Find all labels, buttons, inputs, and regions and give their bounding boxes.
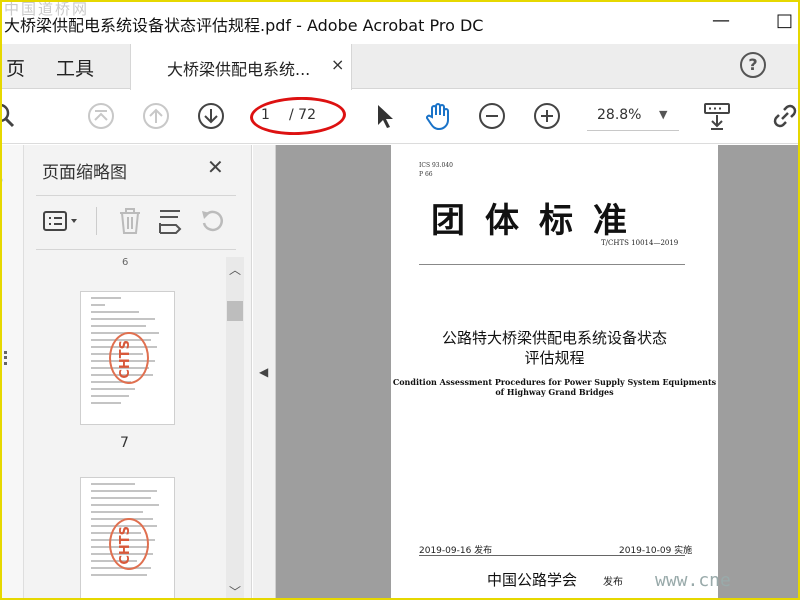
publisher-label: 发布: [603, 577, 623, 588]
divider: [36, 249, 236, 250]
red-annotation-ellipse: [249, 95, 347, 137]
maximize-button[interactable]: □: [776, 10, 793, 31]
english-title-line1: Condition Assessment Procedures for Powe…: [392, 377, 717, 387]
standard-code: T/CHTS 10014—2019: [601, 239, 679, 247]
tab-close-button[interactable]: ×: [331, 55, 344, 74]
thumbnail-options-icon[interactable]: [42, 207, 82, 235]
scroll-up-icon[interactable]: ︿: [229, 261, 241, 278]
toolbar-divider: [96, 207, 97, 235]
ics-code: ICS 93.040 P 66: [419, 162, 453, 178]
stamp-label: CHTS: [118, 340, 133, 379]
zoom-dropdown[interactable]: 28.8% ▼: [587, 103, 679, 131]
panel-collapse-handle[interactable]: ◀: [253, 145, 276, 600]
hand-tool-icon[interactable]: [423, 101, 453, 131]
chts-stamp-icon: CHTS: [109, 332, 149, 384]
title-bar: 中国道桥网 大桥梁供配电系统设备状态评估规程.pdf - Adobe Acrob…: [0, 0, 800, 44]
document-title-line2: 评估规程: [524, 349, 585, 367]
window-title: 大桥梁供配电系统设备状态评估规程.pdf - Adobe Acrobat Pro…: [4, 16, 484, 35]
english-title-line2: of Highway Grand Bridges: [495, 387, 614, 397]
thumbnail-page[interactable]: CHTS: [80, 477, 175, 600]
extract-pages-icon[interactable]: [156, 207, 184, 235]
rail-grip-icon: [4, 351, 7, 365]
divider: [419, 555, 685, 556]
rotate-icon[interactable]: [198, 207, 226, 235]
document-viewer: ◀ ICS 93.040 P 66 团体标准 T/CHTS 10014—2019…: [253, 145, 800, 600]
chts-stamp-icon: CHTS: [109, 518, 149, 570]
standard-heading: 团体标准: [431, 201, 647, 241]
rail-tab-icon[interactable]: [0, 171, 10, 189]
tab-document[interactable]: 大桥梁供配电系统... ×: [130, 44, 352, 90]
tab-bar: 页 工具 大桥梁供配电系统... × ?: [0, 44, 800, 90]
help-button[interactable]: ?: [740, 52, 766, 78]
link-icon[interactable]: [770, 101, 800, 131]
select-arrow-icon[interactable]: [370, 101, 400, 131]
previous-page-icon[interactable]: [141, 101, 171, 131]
page-thumbnails-panel: 页面缩略图 ✕ 6 CHTS 7 CHTS ︿ ﹀: [24, 145, 252, 600]
thumbnail-page[interactable]: CHTS: [80, 291, 175, 425]
stamp-label: CHTS: [118, 526, 133, 565]
divider: [36, 195, 236, 196]
tab-home[interactable]: 页: [6, 54, 25, 81]
left-rail: [0, 145, 24, 600]
thumbnail-label: 7: [120, 435, 129, 451]
document-title-line1: 公路特大桥梁供配电系统设备状态: [441, 329, 667, 347]
panel-scrollbar[interactable]: ︿ ﹀: [226, 257, 244, 600]
zoom-out-icon[interactable]: [477, 101, 507, 131]
pdf-page: ICS 93.040 P 66 团体标准 T/CHTS 10014—2019 公…: [391, 145, 718, 600]
tab-tools[interactable]: 工具: [56, 54, 94, 81]
scroll-down-icon[interactable]: ﹀: [229, 583, 241, 600]
first-page-icon[interactable]: [86, 101, 116, 131]
next-page-icon[interactable]: [196, 101, 226, 131]
divider: [419, 264, 685, 265]
search-icon[interactable]: [0, 101, 20, 131]
tab-document-label: 大桥梁供配电系统...: [167, 60, 311, 79]
collapse-arrow-icon: ◀: [259, 365, 269, 379]
zoom-in-icon[interactable]: [532, 101, 562, 131]
page-number-box: / 72: [249, 95, 347, 137]
minimize-button[interactable]: —: [712, 10, 730, 31]
toolbar: / 72 28.8% ▼: [0, 90, 800, 144]
scrollbar-thumb[interactable]: [227, 301, 243, 321]
chevron-down-icon: ▼: [659, 108, 668, 121]
delete-icon[interactable]: [116, 207, 144, 235]
publisher-org: 中国公路学会: [487, 571, 578, 589]
zoom-value: 28.8%: [597, 107, 642, 123]
keyboard-scroll-icon[interactable]: [702, 101, 732, 131]
panel-close-button[interactable]: ✕: [207, 155, 224, 179]
panel-title: 页面缩略图: [42, 163, 127, 183]
watermark-bottom: www.cne: [655, 570, 731, 591]
thumbnail-label-cut: 6: [122, 257, 129, 268]
